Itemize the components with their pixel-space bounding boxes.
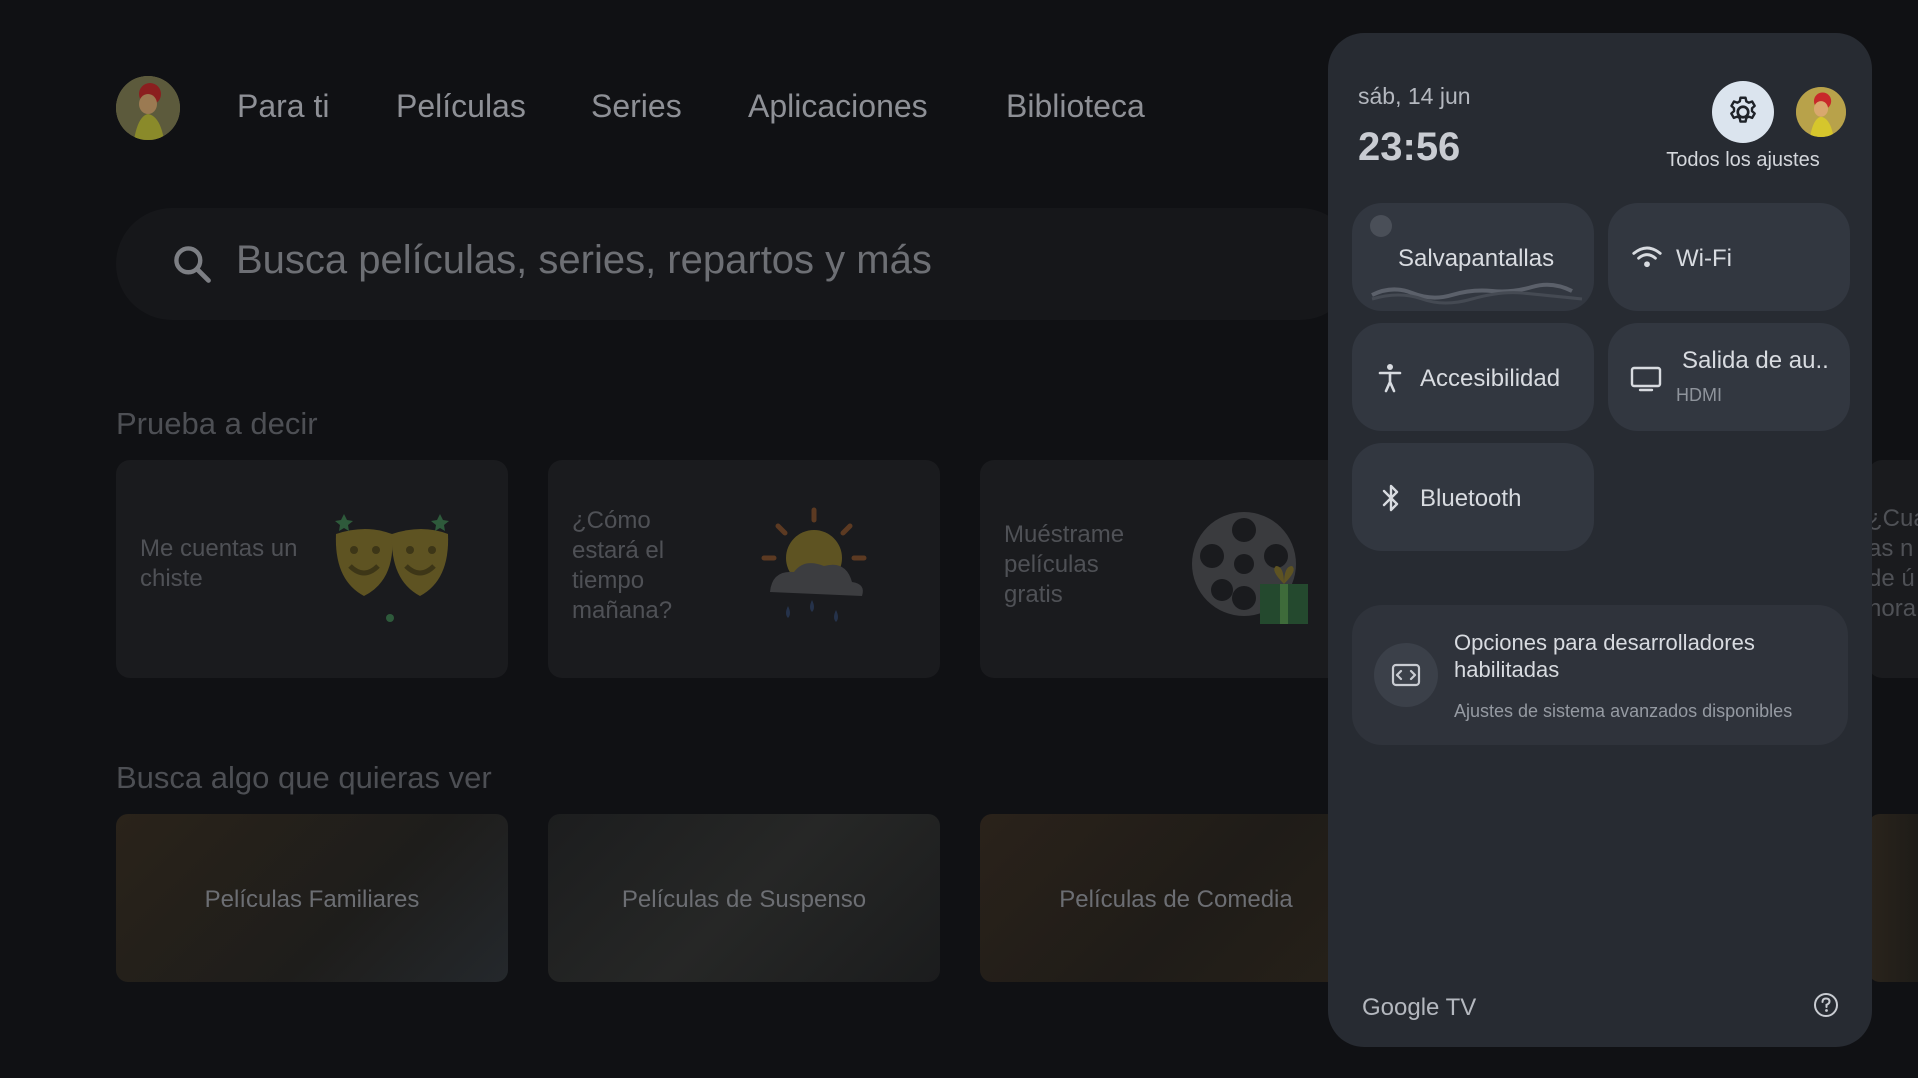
bluetooth-tile[interactable]: Bluetooth [1352,443,1594,551]
screensaver-tile[interactable]: Salvapantallas [1352,203,1594,311]
bluetooth-icon [1382,484,1399,512]
wave-icon [1371,282,1583,305]
genre-tile-partial[interactable] [1868,814,1918,982]
wifi-tile[interactable]: Wi-Fi [1608,203,1850,311]
quick-settings-panel: sáb, 14 jun 23:56 Todos los ajustes Salv… [1328,33,1872,1047]
audio-output-value: HDMI [1676,385,1722,405]
nav-tab-aplicaciones[interactable]: Aplicaciones [748,88,928,125]
panel-profile-avatar[interactable] [1796,87,1846,137]
panel-date: sáb, 14 jun [1358,83,1471,109]
genre-tile-family[interactable]: Películas Familiares [116,814,508,982]
developer-options-title: Opciones para desarrolladores habilitada… [1454,630,1755,682]
wifi-label: Wi-Fi [1676,245,1732,272]
developer-options-subtitle: Ajustes de sistema avanzados disponibles [1454,701,1793,721]
avatar-image-icon [116,76,180,140]
developer-options-icon [1391,663,1421,687]
search-bar[interactable]: Busca películas, series, repartos y más [116,208,1356,320]
suggestion-text: ¿Cómo estará el tiempo mañana? [572,507,673,624]
genre-label: Películas de Suspenso [621,886,867,913]
developer-options-card[interactable]: Opciones para desarrolladores habilitada… [1352,605,1848,745]
genre-label: Películas Familiares [204,886,420,913]
nav-tab-peliculas[interactable]: Películas [396,88,526,125]
genre-tile-suspense[interactable]: Películas de Suspenso [548,814,940,982]
bluetooth-label: Bluetooth [1420,485,1522,512]
film-reel-gift-icon [1192,512,1308,624]
accessibility-icon [1378,364,1402,393]
suggestion-card-free-movies[interactable]: Muéstrame películas gratis [980,460,1372,678]
nav-tab-series[interactable]: Series [591,88,682,125]
profile-avatar[interactable] [116,76,180,140]
genre-tile-comedy[interactable]: Películas de Comedia [980,814,1372,982]
try-saying-heading: Prueba a decir [116,406,318,441]
avatar-image-icon [1796,87,1846,137]
gear-icon [1730,96,1756,123]
google-tv-logo: Google TV [1362,994,1477,1021]
weather-sun-cloud-icon [761,507,867,622]
settings-button[interactable] [1712,81,1774,143]
search-icon [174,246,211,283]
suggestion-card-joke[interactable]: Me cuentas un chiste [116,460,508,678]
suggestion-card-weather[interactable]: ¿Cómo estará el tiempo mañana? [548,460,940,678]
genre-label: Películas de Comedia [1059,886,1293,913]
nav-tab-para-ti[interactable]: Para ti [237,88,329,125]
screensaver-label: Salvapantallas [1398,245,1555,272]
help-icon[interactable] [1812,991,1840,1019]
tv-icon [1630,366,1662,392]
screen: Para ti Películas Series Aplicaciones Bi… [0,0,1918,1078]
wifi-icon [1632,246,1662,268]
panel-clock: 23:56 [1358,125,1461,169]
accessibility-tile[interactable]: Accesibilidad [1352,323,1594,431]
suggestion-text: ¿Cuá as n de ú hora [1868,505,1918,622]
nav-tab-biblioteca[interactable]: Biblioteca [1006,88,1145,125]
all-settings-label[interactable]: Todos los ajustes [1662,149,1824,172]
search-placeholder: Busca películas, series, repartos y más [236,238,932,282]
accessibility-label: Accesibilidad [1420,365,1561,392]
audio-output-label: Salida de au.. [1682,347,1829,374]
suggestion-text: Muéstrame películas gratis [1004,521,1125,608]
screensaver-dot [1370,215,1392,237]
suggestion-text: Me cuentas un chiste [140,535,298,592]
browse-heading: Busca algo que quieras ver [116,760,492,795]
audio-output-tile[interactable]: Salida de au.. HDMI [1608,323,1850,431]
suggestion-card-partial[interactable]: ¿Cuá as n de ú hora [1868,460,1918,678]
theater-masks-icon [335,514,449,622]
developer-icon-wrap [1374,643,1438,707]
